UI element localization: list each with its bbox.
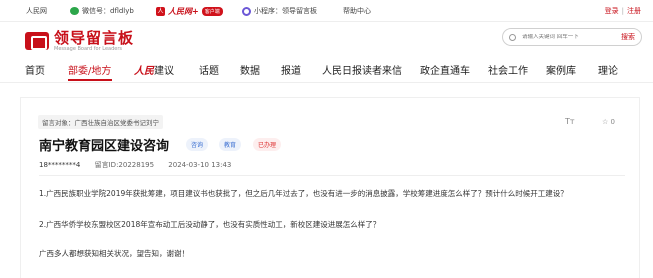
wechat-icon — [70, 7, 79, 15]
logo-subtitle: Message Board for Leaders — [54, 46, 123, 52]
help-label: 帮助中心 — [343, 7, 371, 15]
message-meta: 18********4 留言ID:20228195 2024-03-10 13:… — [39, 160, 243, 170]
content-divider — [39, 175, 625, 176]
tag-consult: 咨询 — [186, 138, 209, 151]
nav-topics[interactable]: 话题 — [199, 62, 219, 77]
nav-divider — [0, 82, 653, 83]
status-badge: 已办理 — [253, 138, 282, 151]
message-id: 留言ID:20228195 — [94, 161, 155, 169]
top-bar: 人民网 微信号：dfldlyb 人 人民网+ 客户端 小程序：领导留言板 帮助中… — [0, 0, 653, 22]
message-user: 18********4 — [39, 161, 81, 169]
logo-icon — [25, 32, 49, 50]
miniprogram-link[interactable]: 小程序：领导留言板 — [242, 6, 317, 16]
message-title: 南宁教育园区建设咨询 — [39, 139, 170, 154]
miniprogram-icon — [242, 6, 251, 16]
register-link[interactable]: 注册 — [627, 7, 641, 15]
message-date: 2024-03-10 13:43 — [168, 161, 232, 169]
site-link[interactable]: 人民网 — [26, 6, 47, 16]
help-link[interactable]: 帮助中心 — [343, 6, 371, 16]
login-link[interactable]: 登录 — [605, 7, 619, 15]
site-link-label: 人民网 — [26, 7, 47, 15]
message-paragraph-1: 1.广西民族职业学院2019年获批筹建，项目建议书也获批了，但之后几年过去了，也… — [39, 189, 568, 198]
app-brand: 人民网+ — [168, 6, 199, 16]
nav-suggestions-label: 建议 — [154, 66, 174, 77]
wechat-label: 微信号：dfldlyb — [82, 7, 134, 15]
search-icon — [509, 33, 516, 41]
nav-suggestions[interactable]: 人民建议 — [134, 62, 174, 77]
nav-ministries-local[interactable]: 部委/地方 — [68, 62, 111, 77]
nav-brand-prefix: 人民 — [134, 66, 154, 77]
search-button[interactable]: 搜索 — [621, 32, 635, 42]
app-badge: 客户端 — [201, 7, 223, 16]
message-paragraph-3: 广西多人都想获知相关状况，望告知，谢谢！ — [39, 249, 189, 258]
nav-reports[interactable]: 报道 — [281, 62, 301, 77]
main-nav: 首页 部委/地方 人民建议 话题 数据 报道 人民日报读者来信 政企直通车 社会… — [0, 60, 653, 81]
search-input[interactable] — [522, 34, 606, 40]
auth-links: 登录 | 注册 — [604, 7, 641, 15]
message-target: 留言对象：广西壮族自治区党委书记刘宁 — [38, 115, 163, 129]
site-logo[interactable]: 领导留言板 Message Board for Leaders — [25, 30, 134, 52]
app-link[interactable]: 人 人民网+ 客户端 — [156, 6, 223, 17]
nav-data[interactable]: 数据 — [240, 62, 260, 77]
nav-case-library[interactable]: 案例库 — [546, 62, 576, 77]
message-card: 留言对象：广西壮族自治区党委书记刘宁 Tт ☆ 0 南宁教育园区建设咨询 咨询 … — [20, 97, 640, 278]
app-icon: 人 — [156, 7, 165, 16]
nav-social-work[interactable]: 社会工作 — [488, 62, 528, 77]
nav-reader-letters[interactable]: 人民日报读者来信 — [322, 62, 402, 77]
nav-theory[interactable]: 理论 — [598, 62, 618, 77]
logo-title: 领导留言板 — [54, 29, 135, 47]
tag-education: 教育 — [219, 138, 242, 151]
nav-enterprise[interactable]: 政企直通车 — [420, 62, 470, 77]
search-box: 搜索 — [502, 28, 642, 46]
nav-active-indicator — [68, 79, 112, 81]
miniprogram-label: 小程序：领导留言板 — [254, 7, 317, 15]
message-paragraph-2: 2.广西华侨学校东盟校区2018年宣布动工后没动静了，也没有实质性动工，新校区建… — [39, 220, 381, 229]
font-size-icon[interactable]: Tт — [565, 117, 575, 126]
nav-home[interactable]: 首页 — [25, 62, 45, 77]
wechat-link[interactable]: 微信号：dfldlyb — [70, 6, 134, 16]
favorite-button[interactable]: ☆ 0 — [602, 118, 615, 126]
